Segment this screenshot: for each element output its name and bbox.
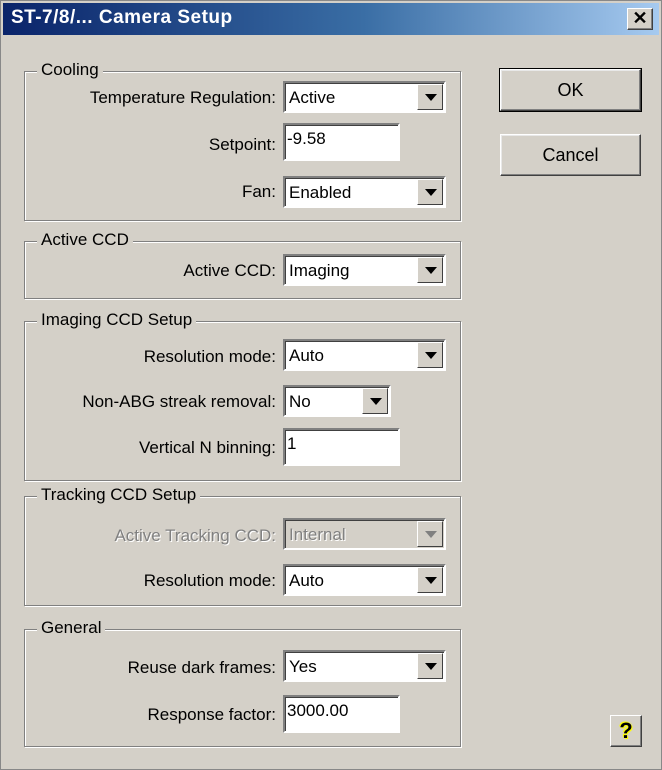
general-group-title: General — [37, 618, 106, 638]
imaging-resolution-mode-select[interactable]: Auto — [283, 339, 446, 371]
temperature-regulation-value: Active — [289, 88, 336, 107]
close-button[interactable]: ✕ — [627, 8, 653, 30]
reuse-dark-frames-label: Reuse dark frames: — [127, 658, 276, 677]
setpoint-input[interactable] — [287, 129, 394, 149]
close-icon: ✕ — [632, 8, 648, 28]
tracking-resolution-mode-select[interactable]: Auto — [283, 564, 446, 596]
response-factor-field[interactable] — [283, 695, 400, 733]
active-tracking-ccd-value: Internal — [289, 525, 346, 544]
vertical-binning-label: Vertical N binning: — [138, 438, 276, 457]
fan-select[interactable]: Enabled — [283, 176, 446, 208]
setpoint-label: Setpoint: — [208, 135, 276, 154]
title-bar[interactable]: ST-7/8/... Camera Setup ✕ — [3, 3, 659, 35]
help-icon: ? — [619, 718, 633, 743]
chevron-down-icon[interactable] — [417, 653, 443, 679]
tracking-resolution-mode-label: Resolution mode: — [143, 571, 276, 590]
window-title: ST-7/8/... Camera Setup — [11, 7, 233, 28]
active-ccd-select[interactable]: Imaging — [283, 254, 446, 286]
imaging-resolution-mode-value: Auto — [289, 346, 324, 365]
cancel-button[interactable]: Cancel — [500, 134, 641, 176]
active-ccd-value: Imaging — [289, 261, 350, 280]
active-tracking-ccd-select: Internal — [283, 518, 446, 550]
fan-value: Enabled — [289, 183, 352, 202]
active-ccd-label: Active CCD: — [183, 261, 276, 280]
response-factor-label: Response factor: — [147, 705, 276, 724]
imaging-resolution-mode-label: Resolution mode: — [143, 347, 276, 366]
ok-button-label: OK — [557, 80, 584, 100]
temperature-regulation-label: Temperature Regulation: — [89, 88, 276, 107]
help-button[interactable]: ? — [610, 715, 642, 747]
streak-removal-label: Non-ABG streak removal: — [82, 392, 276, 411]
tracking-resolution-mode-value: Auto — [289, 571, 324, 590]
tracking-ccd-setup-group-title: Tracking CCD Setup — [37, 485, 201, 505]
temperature-regulation-select[interactable]: Active — [283, 81, 446, 113]
vertical-binning-field[interactable] — [283, 428, 400, 466]
reuse-dark-frames-value: Yes — [289, 657, 317, 676]
active-tracking-ccd-label: Active Tracking CCD: — [114, 526, 276, 545]
chevron-down-icon[interactable] — [417, 257, 443, 283]
chevron-down-icon[interactable] — [417, 179, 443, 205]
chevron-down-icon[interactable] — [362, 388, 388, 414]
setpoint-field[interactable] — [283, 123, 400, 161]
imaging-ccd-setup-group-title: Imaging CCD Setup — [37, 310, 197, 330]
streak-removal-value: No — [289, 392, 311, 411]
chevron-down-icon[interactable] — [417, 567, 443, 593]
response-factor-input[interactable] — [287, 701, 394, 721]
chevron-down-icon[interactable] — [417, 342, 443, 368]
cancel-button-label: Cancel — [542, 145, 599, 165]
vertical-binning-input[interactable] — [287, 434, 394, 454]
chevron-down-icon[interactable] — [417, 84, 443, 110]
ok-button[interactable]: OK — [499, 68, 642, 112]
chevron-down-icon — [417, 521, 443, 547]
reuse-dark-frames-select[interactable]: Yes — [283, 650, 446, 682]
streak-removal-select[interactable]: No — [283, 385, 391, 417]
camera-setup-dialog: ST-7/8/... Camera Setup ✕ Cooling Temper… — [0, 0, 662, 770]
fan-label: Fan: — [241, 182, 276, 201]
cooling-group-title: Cooling — [37, 60, 103, 80]
active-ccd-group-title: Active CCD — [37, 230, 133, 250]
